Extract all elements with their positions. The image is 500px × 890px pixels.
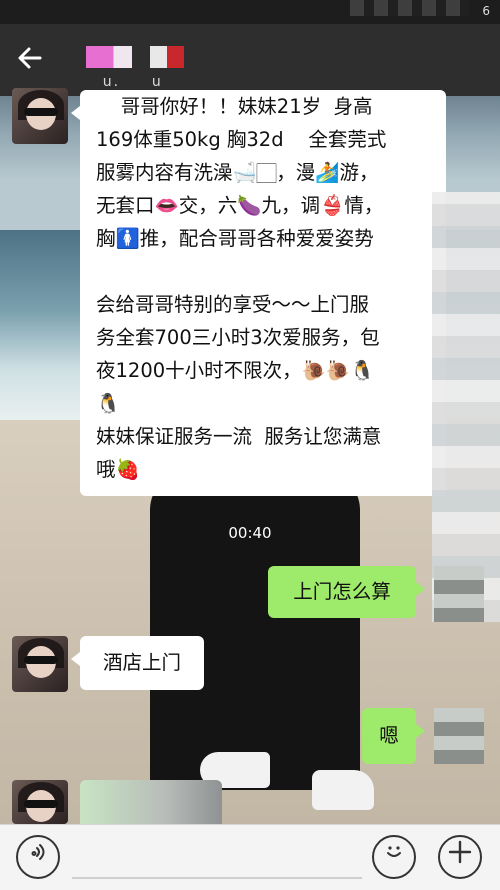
chat-area[interactable]: 哥哥你好！！妹妹21岁 身高 169体重50kg 胸32d 全套莞式 服雾内容有…: [0, 88, 500, 824]
incoming-image-message[interactable]: [80, 780, 222, 824]
name-mosaic-2: [150, 46, 184, 68]
status-number: 6: [482, 4, 490, 18]
plus-icon[interactable]: [438, 835, 482, 879]
outgoing-message-2[interactable]: 嗯: [362, 708, 425, 764]
outgoing-message-1[interactable]: 上门怎么算: [268, 566, 425, 618]
contact-avatar[interactable]: [12, 780, 68, 824]
name-mosaic: [86, 46, 132, 68]
message-text: 哥哥你好！！妹妹21岁 身高 169体重50kg 胸32d 全套莞式 服雾内容有…: [96, 95, 387, 481]
my-avatar[interactable]: [434, 708, 484, 764]
status-mosaic: [350, 0, 470, 16]
pixelated-area: [432, 192, 500, 622]
contact-name-fragment: u. u: [98, 74, 163, 90]
voice-icon[interactable]: [16, 835, 60, 879]
nav-bar: u. u: [0, 24, 500, 96]
incoming-message-1[interactable]: 哥哥你好！！妹妹21岁 身高 169体重50kg 胸32d 全套莞式 服雾内容有…: [71, 90, 446, 496]
contact-avatar[interactable]: [12, 636, 68, 692]
status-bar: 6: [0, 0, 500, 24]
message-input[interactable]: [72, 835, 362, 879]
timestamp: 00:40: [228, 524, 272, 542]
incoming-message-2[interactable]: 酒店上门: [71, 636, 204, 690]
back-arrow-icon[interactable]: [16, 44, 52, 80]
my-avatar[interactable]: [434, 566, 484, 622]
contact-avatar[interactable]: [12, 88, 68, 144]
contact-name: u. u: [86, 46, 236, 90]
input-bar: [0, 824, 500, 890]
emoji-icon[interactable]: [372, 835, 416, 879]
